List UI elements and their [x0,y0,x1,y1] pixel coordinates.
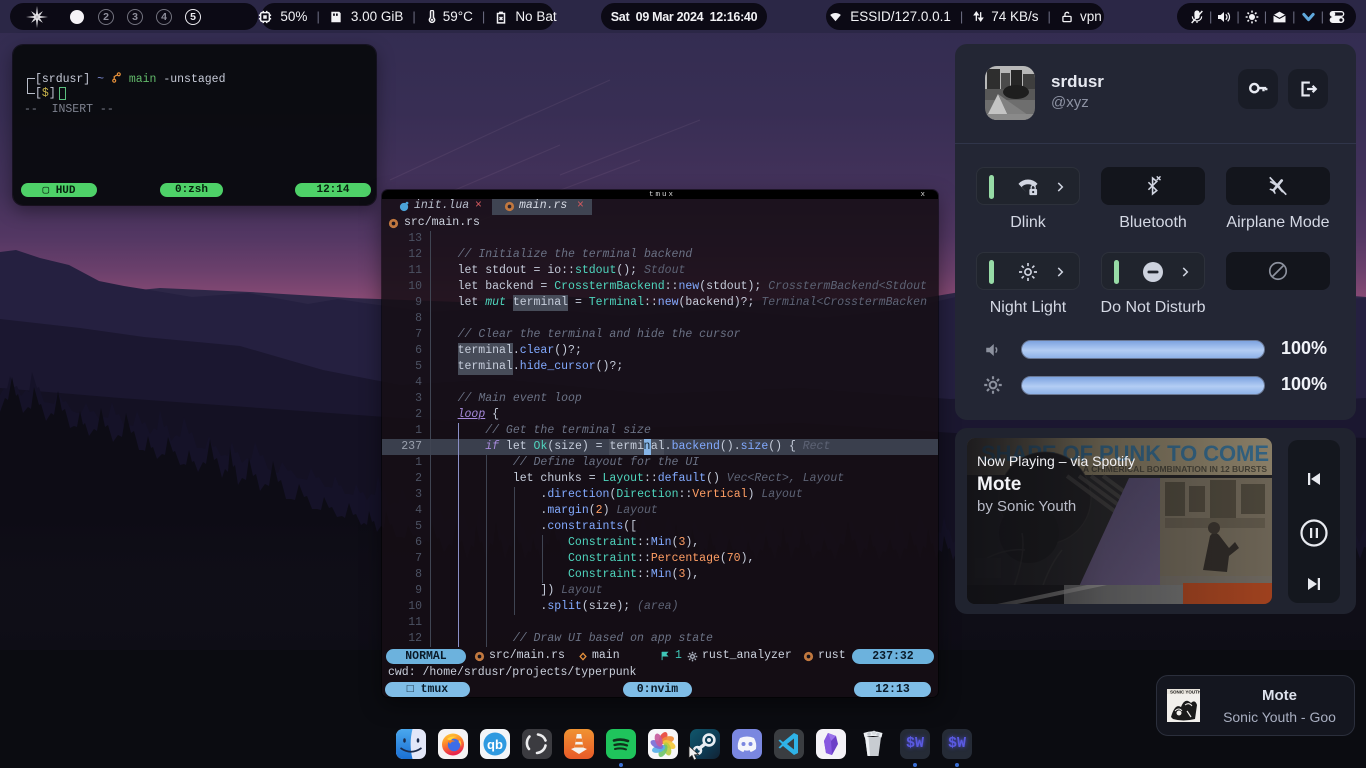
svg-text:qb: qb [487,737,503,752]
svg-text:SONIC YOUTH: SONIC YOUTH [1170,690,1200,695]
